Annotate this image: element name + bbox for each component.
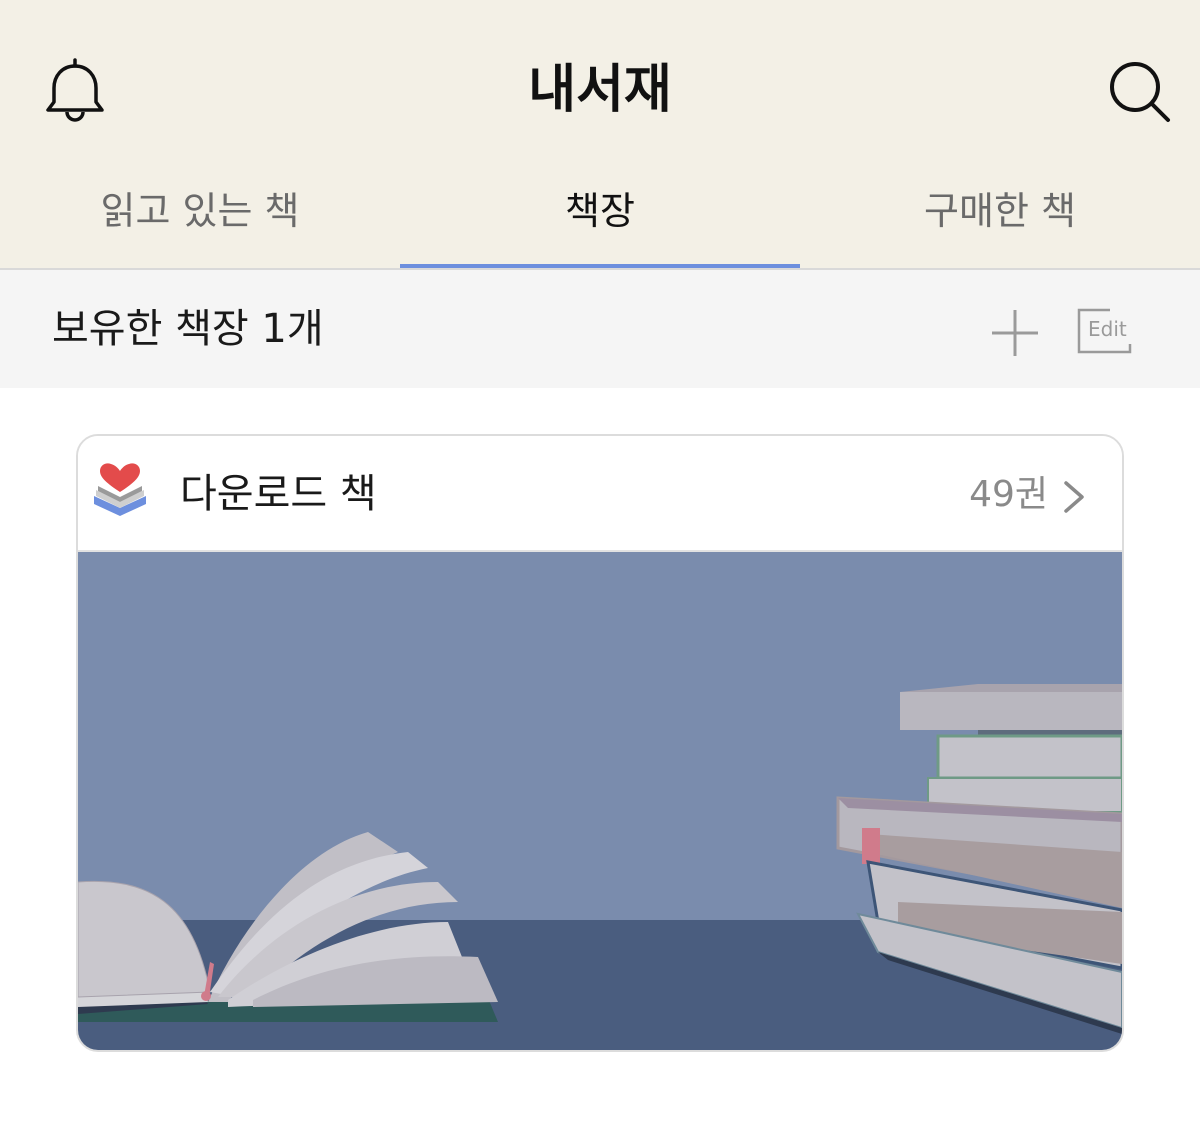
heart-books-icon	[94, 463, 146, 516]
plus-icon[interactable]	[988, 306, 1042, 360]
shelf-card[interactable]: 다운로드 책 49권	[76, 434, 1124, 1052]
search-icon[interactable]	[1106, 58, 1172, 124]
shelf-cover-illustration	[78, 552, 1122, 1050]
page-title: 내서재	[528, 60, 672, 120]
shelf-name: 다운로드 책	[180, 471, 377, 517]
edit-label: Edit	[1088, 317, 1127, 341]
tab-purchased[interactable]: 구매한 책	[800, 170, 1200, 268]
shelf-book-count: 49권	[969, 474, 1048, 515]
app-header: 내서재 읽고 있는 책 책장 구매한 책	[0, 0, 1200, 270]
shelf-card-header[interactable]: 다운로드 책 49권	[78, 436, 1122, 552]
tab-reading[interactable]: 읽고 있는 책	[0, 170, 400, 268]
shelf-toolbar: 보유한 책장 1개 Edit	[0, 270, 1200, 388]
edit-button[interactable]: Edit	[1076, 308, 1132, 354]
tab-bar: 읽고 있는 책 책장 구매한 책	[0, 170, 1200, 270]
chevron-right-icon[interactable]	[1062, 480, 1086, 514]
tab-bookshelf[interactable]: 책장	[400, 170, 800, 270]
shelf-count-title: 보유한 책장 1개	[52, 306, 324, 352]
